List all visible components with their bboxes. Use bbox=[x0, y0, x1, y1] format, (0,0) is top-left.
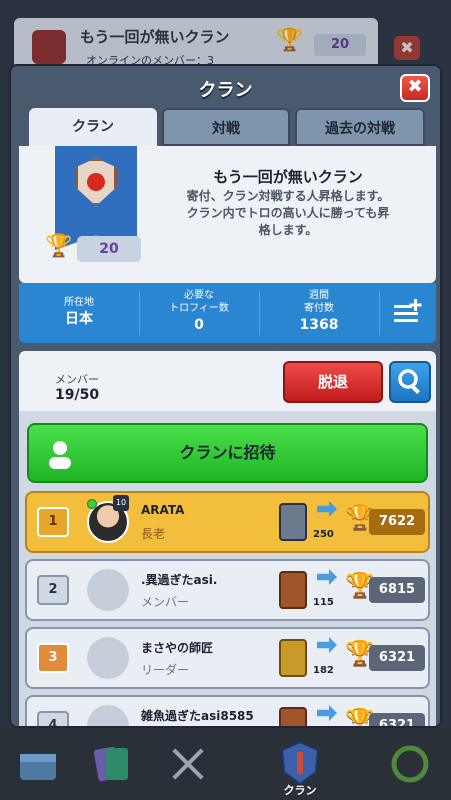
search-icon bbox=[398, 369, 420, 394]
donation-count: 115 bbox=[313, 597, 334, 608]
rank-badge: 1 bbox=[37, 507, 69, 537]
invite-button[interactable]: クランに招待 bbox=[27, 423, 428, 483]
background-trophy-count: 20 bbox=[314, 34, 366, 56]
trophy-count: 6321 bbox=[369, 645, 425, 671]
rank-badge: 2 bbox=[37, 575, 69, 605]
modal-title: クラン bbox=[198, 80, 253, 101]
background-close-icon: ✖ bbox=[394, 36, 420, 60]
description-line: 格します。 bbox=[258, 223, 318, 237]
online-status-icon bbox=[87, 499, 97, 509]
members-header: メンバー 19/50 脱退 bbox=[19, 351, 436, 411]
donation-icon bbox=[317, 569, 337, 585]
arena-icon bbox=[279, 639, 307, 677]
clan-name: もう一回が無いクラン bbox=[213, 168, 363, 186]
member-role: メンバー bbox=[141, 595, 190, 609]
member-list: クランに招待 1 10 ARATA 長老 250 🏆 7622 2 .異過ぎたa… bbox=[19, 411, 436, 726]
stat-value: 1368 bbox=[299, 317, 339, 333]
stat-label: 週間 寄付数 bbox=[304, 290, 334, 314]
tab-clan[interactable]: クラン bbox=[29, 108, 157, 146]
description-line: クラン内でトロの高い人に勝っても昇 bbox=[186, 206, 390, 220]
member-role: 長老 bbox=[141, 527, 166, 541]
tab-battle[interactable]: 対戦 bbox=[162, 108, 290, 146]
laurel-icon bbox=[391, 745, 429, 783]
avatar bbox=[87, 569, 129, 611]
divider bbox=[379, 291, 380, 335]
avatar bbox=[87, 637, 129, 679]
members-count: 19/50 bbox=[55, 387, 100, 403]
sort-list-icon[interactable] bbox=[390, 295, 426, 331]
nav-cards[interactable] bbox=[88, 738, 136, 790]
nav-shop[interactable] bbox=[14, 738, 62, 790]
tab-past-battles[interactable]: 過去の対戦 bbox=[295, 108, 425, 146]
crossed-swords-icon bbox=[172, 748, 204, 780]
trophy-count: 7622 bbox=[369, 509, 425, 535]
cards-icon bbox=[93, 746, 128, 782]
member-role: リーダー bbox=[141, 663, 190, 677]
invite-label: クランに招待 bbox=[179, 443, 276, 462]
member-name: ARATA bbox=[141, 503, 185, 517]
stat-weekly-donations: 週間 寄付数 1368 bbox=[260, 283, 378, 343]
members-label: メンバー bbox=[55, 373, 99, 386]
member-name: .異過ぎたasi. bbox=[141, 573, 218, 587]
nav-tournament[interactable] bbox=[386, 738, 434, 790]
stat-label: 必要な トロフィー数 bbox=[169, 290, 229, 314]
description-line: 寄付、クラン対戦する人昇格します。 bbox=[186, 189, 390, 203]
close-button[interactable]: ✖ bbox=[400, 74, 430, 102]
rank-badge: 3 bbox=[37, 643, 69, 673]
donation-icon bbox=[317, 637, 337, 653]
tab-bar: クラン 対戦 過去の対戦 bbox=[29, 108, 425, 146]
trophy-count: 6321 bbox=[369, 713, 425, 726]
donation-icon bbox=[317, 705, 337, 721]
member-name: まさやの師匠 bbox=[141, 641, 214, 655]
arena-icon bbox=[279, 571, 307, 609]
nav-clan-label: クラン bbox=[283, 784, 317, 797]
arena-icon bbox=[279, 503, 307, 541]
member-row[interactable]: 1 10 ARATA 長老 250 🏆 7622 bbox=[25, 491, 430, 553]
stat-location: 所在地 日本 bbox=[19, 283, 139, 343]
avatar bbox=[87, 705, 129, 726]
arena-icon bbox=[279, 707, 307, 726]
leave-button[interactable]: 脱退 bbox=[283, 361, 383, 403]
member-row[interactable]: 3 まさやの師匠 リーダー 182 🏆 6321 bbox=[25, 627, 430, 689]
member-name: 雑魚過ぎたasi8585 bbox=[141, 709, 254, 723]
clan-description: 寄付、クラン対戦する人昇格します。 クラン内でトロの高い人に勝っても昇 格します… bbox=[159, 188, 417, 239]
trophy-icon: 🏆 bbox=[276, 28, 304, 53]
donation-count: 182 bbox=[313, 665, 334, 676]
donation-icon bbox=[317, 501, 337, 517]
clan-trophy-badge: 20 bbox=[77, 236, 141, 262]
stat-value: 日本 bbox=[65, 311, 93, 327]
donation-count: 250 bbox=[313, 529, 334, 540]
member-row[interactable]: 4 雑魚過ぎたasi8585 🏆 6321 bbox=[25, 695, 430, 726]
trophy-icon: 🏆 bbox=[45, 234, 73, 259]
bottom-nav: クラン bbox=[0, 730, 451, 800]
clan-modal: クラン ✖ クラン 対戦 過去の対戦 🏆 20 もう一回が無いクラン 寄付、クラ… bbox=[9, 64, 442, 728]
chest-icon bbox=[20, 754, 56, 780]
search-button[interactable] bbox=[389, 361, 431, 403]
clan-stats-bar: 所在地 日本 必要な トロフィー数 0 週間 寄付数 1368 bbox=[19, 283, 436, 343]
member-row[interactable]: 2 .異過ぎたasi. メンバー 115 🏆 6815 bbox=[25, 559, 430, 621]
clan-badge-icon bbox=[32, 30, 66, 64]
stat-required-trophies: 必要な トロフィー数 0 bbox=[140, 283, 258, 343]
sun-emblem-icon bbox=[87, 173, 105, 191]
rank-badge: 4 bbox=[37, 711, 69, 726]
stat-value: 0 bbox=[194, 317, 204, 333]
nav-battle[interactable] bbox=[164, 738, 212, 790]
clan-info-panel: 🏆 20 もう一回が無いクラン 寄付、クラン対戦する人昇格します。 クラン内でト… bbox=[19, 146, 436, 283]
stat-label: 所在地 bbox=[64, 297, 94, 308]
trophy-count: 6815 bbox=[369, 577, 425, 603]
level-badge: 10 bbox=[113, 495, 129, 511]
background-clan-name: もう一回が無いクラン bbox=[80, 28, 230, 46]
